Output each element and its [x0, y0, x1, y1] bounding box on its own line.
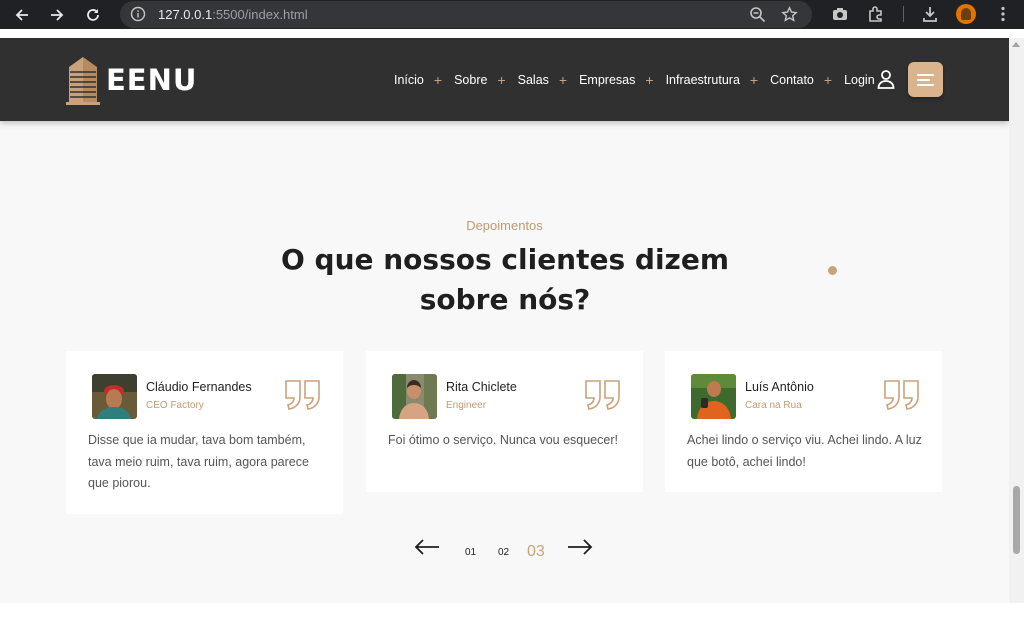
quote-icon	[884, 380, 919, 410]
menu-item-label: Início	[394, 73, 424, 87]
hamburger-line	[917, 74, 934, 76]
page-viewport: EENU Início + Sobre + Salas + Empresas + Inf…	[0, 38, 1009, 603]
menu-item-contato[interactable]: Contato +	[770, 73, 844, 87]
page-number-02[interactable]: 02	[498, 547, 509, 558]
scrollbar[interactable]	[1009, 38, 1024, 603]
main-menu: Início + Sobre + Salas + Empresas + Infraest…	[394, 72, 875, 88]
plus-icon: +	[749, 72, 759, 88]
menu-item-infraestrutura[interactable]: Infraestrutura +	[666, 73, 771, 87]
client-role: Engineer	[446, 400, 487, 411]
url-path: :5500/index.html	[212, 7, 308, 22]
hamburger-line	[917, 79, 930, 81]
building-logo-icon	[66, 57, 100, 105]
plus-icon: +	[823, 72, 833, 88]
quote-icon	[285, 380, 320, 410]
avatar	[92, 374, 137, 419]
client-name: Rita Chiclete	[446, 380, 517, 394]
url-text[interactable]: 127.0.0.1:5500/index.html	[158, 7, 308, 22]
url-host: 127.0.0.1	[158, 7, 213, 22]
hamburger-menu-button[interactable]	[908, 62, 943, 97]
more-menu-icon[interactable]	[994, 5, 1012, 23]
decorative-dot	[828, 266, 837, 275]
client-role: CEO Factory	[146, 400, 204, 411]
address-bar[interactable]: 127.0.0.1:5500/index.html	[120, 1, 812, 28]
menu-item-label: Contato	[770, 73, 814, 87]
avatar	[691, 374, 736, 419]
next-arrow-icon[interactable]	[567, 538, 593, 556]
menu-item-login[interactable]: Login	[844, 73, 875, 87]
user-icon[interactable]	[876, 69, 896, 89]
site-logo[interactable]: EENU	[66, 54, 206, 106]
back-icon[interactable]	[10, 3, 34, 27]
page-number-current[interactable]: 03	[527, 543, 545, 561]
browser-toolbar: 127.0.0.1:5500/index.html	[0, 0, 1024, 29]
section-eyebrow: Depoimentos	[466, 218, 543, 233]
site-info-icon[interactable]	[130, 6, 146, 22]
plus-icon: +	[497, 72, 506, 88]
section-title-line: O que nossos clientes dizem	[280, 243, 730, 276]
logo-text: EENU	[106, 63, 198, 97]
scrollbar-thumb[interactable]	[1013, 486, 1020, 554]
bookmark-star-icon[interactable]	[781, 6, 798, 23]
testimonial-text: Achei lindo o serviço viu. Achei lindo. …	[687, 433, 922, 469]
page-number-01[interactable]: 01	[465, 547, 476, 558]
forward-icon[interactable]	[45, 3, 69, 27]
download-icon[interactable]	[921, 5, 939, 23]
reload-icon[interactable]	[81, 3, 105, 27]
menu-item-label: Sobre	[454, 73, 488, 87]
client-name: Cláudio Fernandes	[146, 380, 252, 394]
toolbar-divider	[903, 6, 904, 22]
menu-item-label: Login	[844, 73, 875, 87]
section-title: O que nossos clientes dizem sobre nós?	[255, 240, 755, 320]
plus-icon: +	[645, 72, 654, 88]
page-bottom-strip	[0, 603, 1024, 618]
testimonial-card: Rita Chiclete Engineer Foi ótimo o servi…	[366, 351, 643, 492]
client-role: Cara na Rua	[745, 400, 802, 411]
avatar	[392, 374, 437, 419]
menu-item-sobre[interactable]: Sobre +	[454, 73, 518, 87]
plus-icon: +	[558, 72, 568, 88]
client-name: Luís Antônio	[745, 380, 814, 394]
camera-icon[interactable]	[831, 5, 849, 23]
section-title-line: sobre nós?	[419, 283, 591, 316]
site-header: EENU Início + Sobre + Salas + Empresas + Inf…	[0, 38, 1009, 121]
scroll-up-arrow-icon[interactable]	[1012, 42, 1020, 47]
testimonial-text: Disse que ia mudar, tava bom também, tav…	[88, 433, 309, 490]
menu-item-label: Empresas	[579, 73, 636, 87]
testimonial-text: Foi ótimo o serviço. Nunca vou esquecer!	[388, 433, 618, 447]
extensions-icon[interactable]	[867, 5, 885, 23]
plus-icon: +	[433, 72, 443, 88]
testimonial-card: Luís Antônio Cara na Rua Achei lindo o s…	[665, 351, 942, 492]
menu-item-inicio[interactable]: Início +	[394, 73, 454, 87]
prev-arrow-icon[interactable]	[414, 538, 440, 556]
menu-item-salas[interactable]: Salas +	[518, 73, 579, 87]
hamburger-line	[917, 84, 934, 86]
zoom-icon[interactable]	[749, 6, 766, 23]
menu-item-label: Infraestrutura	[665, 73, 740, 87]
profile-avatar[interactable]	[956, 4, 976, 24]
testimonial-card: Cláudio Fernandes CEO Factory Disse que …	[66, 351, 343, 514]
quote-icon	[585, 380, 620, 410]
menu-item-label: Salas	[517, 73, 549, 87]
menu-item-empresas[interactable]: Empresas +	[579, 73, 665, 87]
